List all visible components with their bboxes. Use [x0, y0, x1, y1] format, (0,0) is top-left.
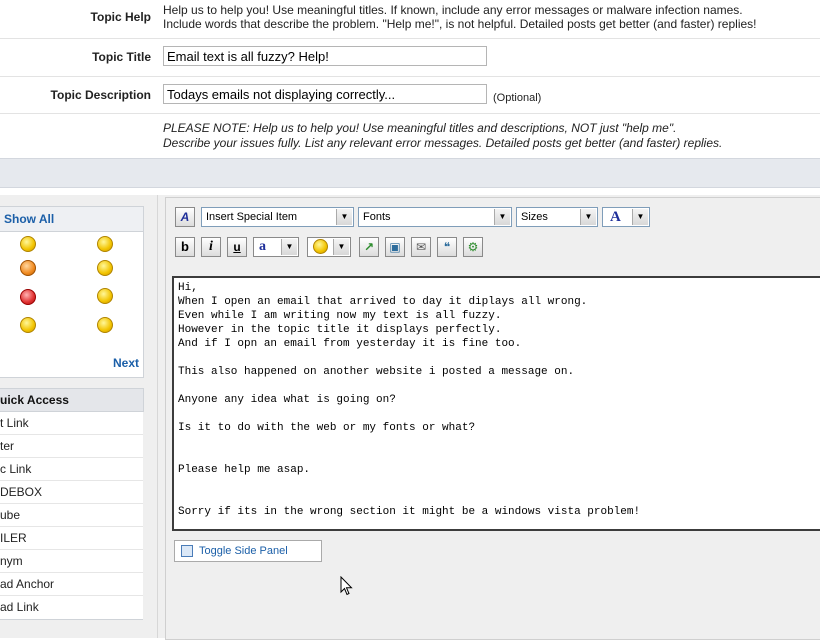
- bold-button[interactable]: b: [175, 237, 195, 257]
- show-all-link[interactable]: Show All: [4, 212, 54, 226]
- topic-help-line2: Include words that describe the problem.…: [163, 17, 757, 31]
- fonts-select[interactable]: Fonts ▼: [358, 207, 512, 227]
- emoticon-next-link[interactable]: Next: [113, 356, 139, 370]
- font-color-select[interactable]: A ▼: [602, 207, 650, 227]
- quick-access-item[interactable]: ube: [0, 504, 143, 527]
- sizes-label: Sizes: [521, 211, 548, 223]
- panel-icon: [181, 545, 193, 557]
- chevron-down-icon: ▼: [494, 209, 510, 225]
- text-direction-icon[interactable]: A: [175, 207, 195, 227]
- chevron-down-icon: ▼: [281, 239, 297, 255]
- highlight-color-select[interactable]: a ▼: [253, 237, 299, 257]
- insert-special-item-select[interactable]: Insert Special Item ▼: [201, 207, 354, 227]
- topic-help-line1: Help us to help you! Use meaningful titl…: [163, 3, 743, 17]
- chevron-down-icon: ▼: [333, 239, 349, 255]
- optional-hint: (Optional): [493, 92, 542, 104]
- quick-access-header: uick Access: [0, 388, 144, 412]
- emoticon-select[interactable]: ▼: [307, 237, 351, 257]
- chevron-down-icon: ▼: [580, 209, 596, 225]
- posting-note-line2: Describe your issues fully. List any rel…: [163, 136, 723, 150]
- quick-access-item[interactable]: DEBOX: [0, 481, 143, 504]
- sizes-select[interactable]: Sizes ▼: [516, 207, 598, 227]
- underline-button[interactable]: u: [227, 237, 247, 257]
- topic-description-label: Topic Description: [50, 88, 151, 102]
- insert-code-icon[interactable]: ⚙: [463, 237, 483, 257]
- topic-title-input[interactable]: Email text is all fuzzy? Help!: [163, 46, 487, 66]
- insert-image-icon[interactable]: ▣: [385, 237, 405, 257]
- post-body-textarea[interactable]: Hi, When I open an email that arrived to…: [172, 276, 820, 531]
- topic-description-row: Topic Description Todays emails not disp…: [0, 77, 820, 114]
- posting-note: PLEASE NOTE: Help us to help you! Use me…: [163, 121, 722, 151]
- quick-access-item[interactable]: ad Link: [0, 596, 143, 620]
- topic-title-label: Topic Title: [92, 50, 151, 64]
- quick-access-item[interactable]: ter: [0, 435, 143, 458]
- mouse-cursor-icon: [340, 576, 353, 596]
- quick-access-item[interactable]: nym: [0, 550, 143, 573]
- insert-quote-icon[interactable]: ❝: [437, 237, 457, 257]
- quick-access-item[interactable]: ad Anchor: [0, 573, 143, 596]
- section-band: [0, 158, 820, 188]
- italic-button[interactable]: i: [201, 237, 221, 257]
- toggle-side-panel-button[interactable]: Toggle Side Panel: [174, 540, 322, 562]
- angry-emoticon-icon[interactable]: [20, 289, 36, 305]
- topic-description-input[interactable]: Todays emails not displaying correctly..…: [163, 84, 487, 104]
- quick-access-item[interactable]: ILER: [0, 527, 143, 550]
- frown-emoticon-icon[interactable]: [97, 288, 113, 304]
- surprised-emoticon-icon[interactable]: [20, 260, 36, 276]
- chevron-down-icon: ▼: [336, 209, 352, 225]
- toggle-side-panel-label: Toggle Side Panel: [199, 545, 288, 557]
- topic-help-row: Topic Help Help us to help you! Use mean…: [0, 0, 820, 39]
- chevron-down-icon: ▼: [632, 209, 648, 225]
- insert-email-icon[interactable]: ✉: [411, 237, 431, 257]
- font-color-icon: A: [610, 209, 621, 225]
- quick-access-item[interactable]: t Link: [0, 412, 143, 435]
- smile-emoticon-icon[interactable]: [20, 236, 36, 252]
- blush-emoticon-icon[interactable]: [20, 317, 36, 333]
- smiley-icon: [313, 239, 328, 254]
- rolleyes-emoticon-icon[interactable]: [97, 317, 113, 333]
- posting-note-line1: PLEASE NOTE: Help us to help you! Use me…: [163, 121, 677, 135]
- topic-help-label: Topic Help: [90, 10, 151, 24]
- dizzy-emoticon-icon[interactable]: [97, 260, 113, 276]
- grin-emoticon-icon[interactable]: [97, 236, 113, 252]
- quick-access-item[interactable]: c Link: [0, 458, 143, 481]
- insert-link-icon[interactable]: ↗: [359, 237, 379, 257]
- highlight-color-icon: a: [259, 239, 266, 254]
- fonts-label: Fonts: [363, 211, 391, 223]
- topic-title-row: Topic Title Email text is all fuzzy? Hel…: [0, 39, 820, 77]
- insert-special-item-label: Insert Special Item: [206, 211, 298, 223]
